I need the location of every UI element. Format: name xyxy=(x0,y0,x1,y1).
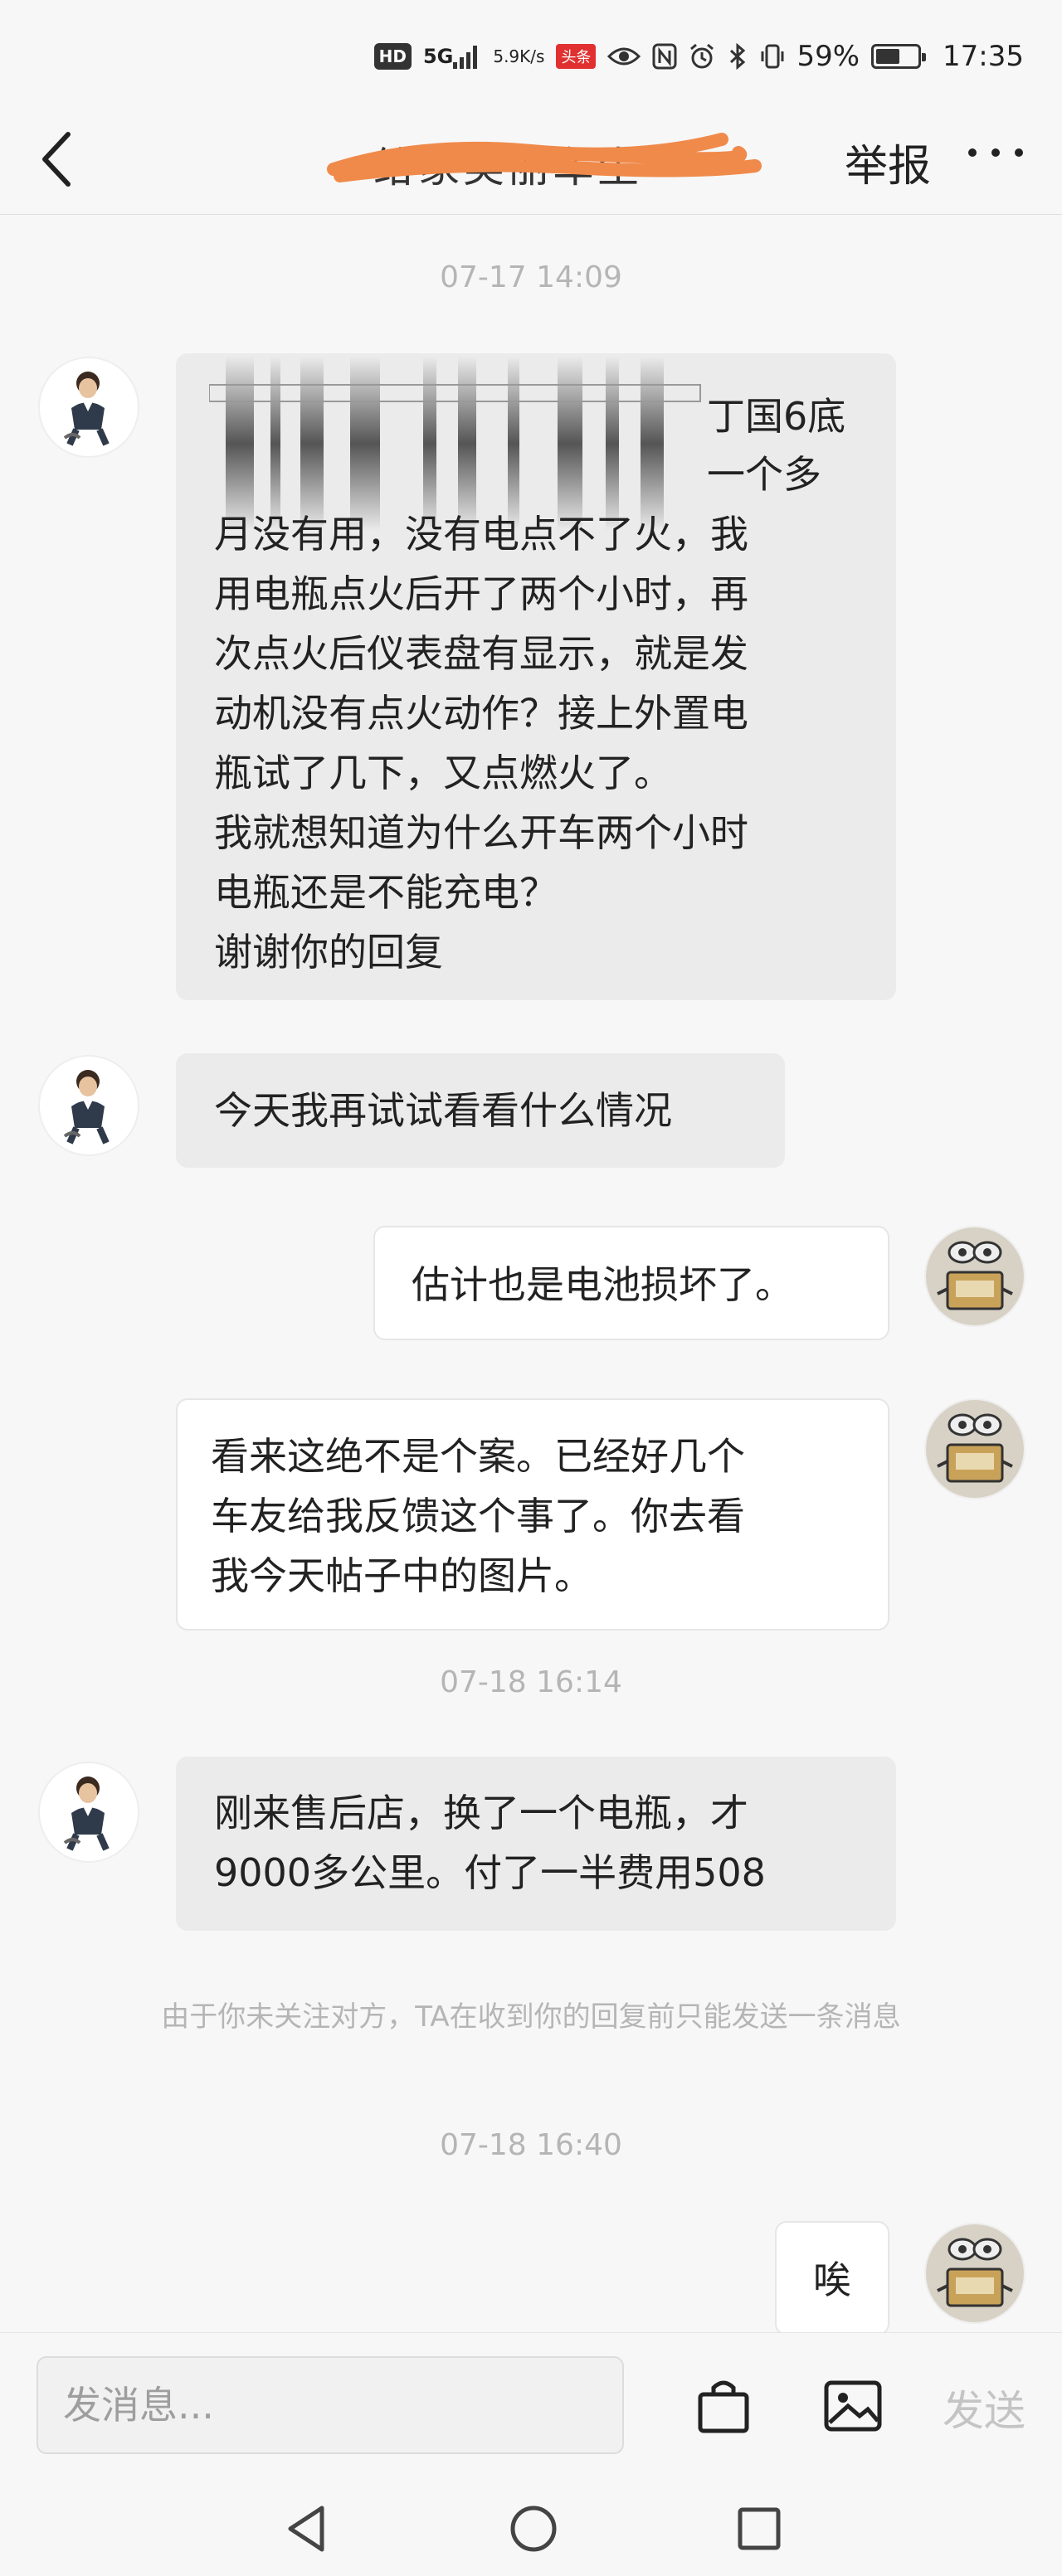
message-text-line: 9000多公里。付了一半费用508 xyxy=(214,1850,766,1895)
nav-home-circle-icon[interactable] xyxy=(504,2500,563,2558)
hd-icon: HD xyxy=(373,43,412,70)
battery-icon xyxy=(871,44,927,69)
avatar-robot-icon xyxy=(926,1227,1024,1325)
follow-notice: 由于你未关注对方，TA在收到你的回复前只能发送一条消息 xyxy=(161,2000,901,2034)
alarm-icon xyxy=(690,43,714,69)
redaction-scribble xyxy=(327,133,762,182)
send-button[interactable]: 发送 xyxy=(943,2378,1025,2437)
network-type: 5G xyxy=(422,45,454,68)
battery-percent: 59% xyxy=(796,40,860,73)
nfc-icon xyxy=(652,43,677,70)
message-text-line: 看来这绝不是个案。已经好几个 xyxy=(211,1434,745,1479)
chat-header: 给家美丽车生 举报 xyxy=(0,108,1062,215)
message-text-line: 刚来售后店，换了一个电瓶，才 xyxy=(214,1791,748,1835)
contact-avatar[interactable] xyxy=(38,1055,139,1156)
message-bubble[interactable]: 刚来售后店，换了一个电瓶，才 9000多公里。付了一半费用508 xyxy=(176,1757,896,1931)
message-text-line: 我今天帖子中的图片。 xyxy=(211,1553,592,1598)
message-bubble[interactable]: 今天我再试试看看什么情况 xyxy=(176,1053,785,1168)
message-composer: 发送 xyxy=(0,2332,1062,2479)
chat-title: 给家美丽车生 xyxy=(324,124,772,192)
toutiao-app-icon: 头条 xyxy=(556,44,597,69)
message-text-line: 电瓶还是不能充电？ xyxy=(214,870,558,915)
message-text-line: 用电瓶点火后开了两个小时，再 xyxy=(214,571,748,616)
battery-tip xyxy=(922,53,927,61)
message-text-line: 一个多 xyxy=(707,452,821,497)
message-text-line: 瓶试了几下，又点燃火了。 xyxy=(214,751,672,795)
avatar-robot-icon xyxy=(926,2224,1024,2322)
net-speed-value: 5.9 xyxy=(493,46,520,66)
avatar-figure-icon xyxy=(63,372,110,446)
net-speed-unit: K/s xyxy=(519,46,545,66)
contact-avatar[interactable] xyxy=(38,1762,139,1863)
message-bubble-self[interactable]: 估计也是电池损坏了。 xyxy=(373,1226,889,1340)
bluetooth-icon xyxy=(730,43,746,70)
message-text-line: 车友给我反馈这个事了。你去看 xyxy=(211,1494,745,1538)
battery-level xyxy=(876,49,900,64)
message-bubble-self[interactable]: 看来这绝不是个案。已经好几个 车友给我反馈这个事了。你去看 我今天帖子中的图片。 xyxy=(176,1398,889,1631)
nav-recent-square-icon[interactable] xyxy=(730,2500,788,2558)
nav-back-triangle-icon[interactable] xyxy=(279,2500,337,2558)
shopping-bag-icon[interactable] xyxy=(690,2374,757,2437)
message-text-line: 丁国6底 xyxy=(707,394,846,439)
timestamp: 07-17 14:09 xyxy=(440,260,622,294)
contact-avatar[interactable] xyxy=(38,357,139,458)
message-text-line: 谢谢你的回复 xyxy=(214,930,443,975)
back-arrow-icon[interactable] xyxy=(33,126,83,192)
more-dots-icon[interactable] xyxy=(962,136,1029,169)
message-text-line: 动机没有点火动作？接上外置电 xyxy=(214,691,748,736)
message-text-line: 月没有用，没有电点不了火，我 xyxy=(214,512,748,557)
network-label: 5G xyxy=(423,44,481,69)
timestamp: 07-18 16:40 xyxy=(440,2128,622,2162)
message-text-line: 我就想知道为什么开车两个小时 xyxy=(214,810,748,855)
message-input[interactable] xyxy=(37,2356,624,2454)
self-avatar[interactable] xyxy=(924,2223,1025,2324)
message-bubble[interactable]: 丁国6底 一个多 月没有用，没有电点不了火，我 用电瓶点火后开了两个小时，再 次… xyxy=(176,353,896,1000)
message-text-line: 次点火后仪表盘有显示，就是发 xyxy=(214,631,748,676)
system-nav-bar xyxy=(0,2478,1062,2576)
signal-icon xyxy=(453,46,478,69)
avatar-robot-icon xyxy=(926,1400,1024,1498)
self-avatar[interactable] xyxy=(924,1226,1025,1327)
avatar-figure-icon xyxy=(63,1776,110,1851)
eye-icon xyxy=(607,47,641,66)
clock: 17:35 xyxy=(943,40,1024,73)
status-icons: HD 5G 5.9 K/s 头条 59% 17:35 xyxy=(373,33,1024,80)
net-speed: 5.9 K/s xyxy=(493,47,544,66)
status-bar: HD 5G 5.9 K/s 头条 59% 17:35 xyxy=(0,0,1062,108)
self-avatar[interactable] xyxy=(924,1398,1025,1499)
message-bubble-self[interactable]: 唉 xyxy=(775,2221,889,2335)
image-icon[interactable] xyxy=(820,2374,886,2437)
timestamp: 07-18 16:14 xyxy=(440,1665,622,1699)
report-button[interactable]: 举报 xyxy=(845,131,931,193)
vibrate-icon xyxy=(761,44,784,69)
avatar-figure-icon xyxy=(63,1070,110,1145)
